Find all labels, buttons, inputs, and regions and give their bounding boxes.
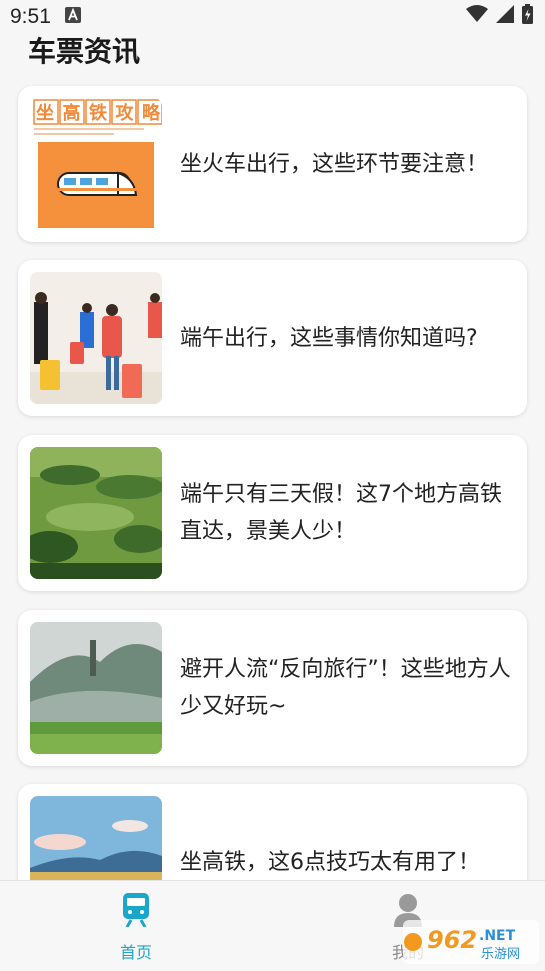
article-title: 端午出行，这些事情你知道吗? [180, 325, 478, 351]
nav-item-home[interactable]: 首页 [76, 893, 196, 963]
svg-text:.NET: .NET [479, 928, 516, 944]
train-icon [121, 893, 151, 931]
svg-text:962: 962 [427, 926, 477, 954]
article-thumbnail [30, 447, 162, 579]
article-title: 坐高铁，这6点技巧太有用了！ [180, 849, 480, 875]
article-card[interactable]: 避开人流“反向旅行”！这些地方人少又好玩~ [18, 610, 527, 766]
wifi-icon [466, 5, 488, 29]
site-watermark-logo: 962 .NET 乐游网 [403, 920, 539, 964]
article-thumbnail: 坐高铁攻略 [30, 98, 162, 230]
article-title: 坐火车出行，这些环节要注意！ [180, 151, 489, 177]
article-title: 避开人流“反向旅行”！这些地方人少又好玩~ [180, 657, 511, 719]
notification-a-icon [64, 5, 81, 29]
nav-label-home: 首页 [119, 943, 152, 962]
article-card[interactable]: 端午出行，这些事情你知道吗? [18, 260, 527, 416]
article-thumbnail [30, 622, 162, 754]
article-thumbnail [30, 272, 162, 404]
svg-text:乐游网: 乐游网 [481, 947, 520, 962]
status-time: 9:51 [10, 5, 51, 28]
article-title: 端午只有三天假！这7个地方高铁直达，景美人少！ [180, 482, 502, 544]
battery-icon [522, 4, 533, 30]
signal-icon [496, 5, 514, 29]
article-card[interactable]: 端午只有三天假！这7个地方高铁直达，景美人少！ [18, 435, 527, 591]
page-title: 车票资讯 [28, 35, 141, 68]
article-card[interactable]: 坐高铁攻略 坐火车出行，这些环节要注意！ [18, 86, 527, 242]
status-bar: 9:51 [0, 0, 545, 34]
